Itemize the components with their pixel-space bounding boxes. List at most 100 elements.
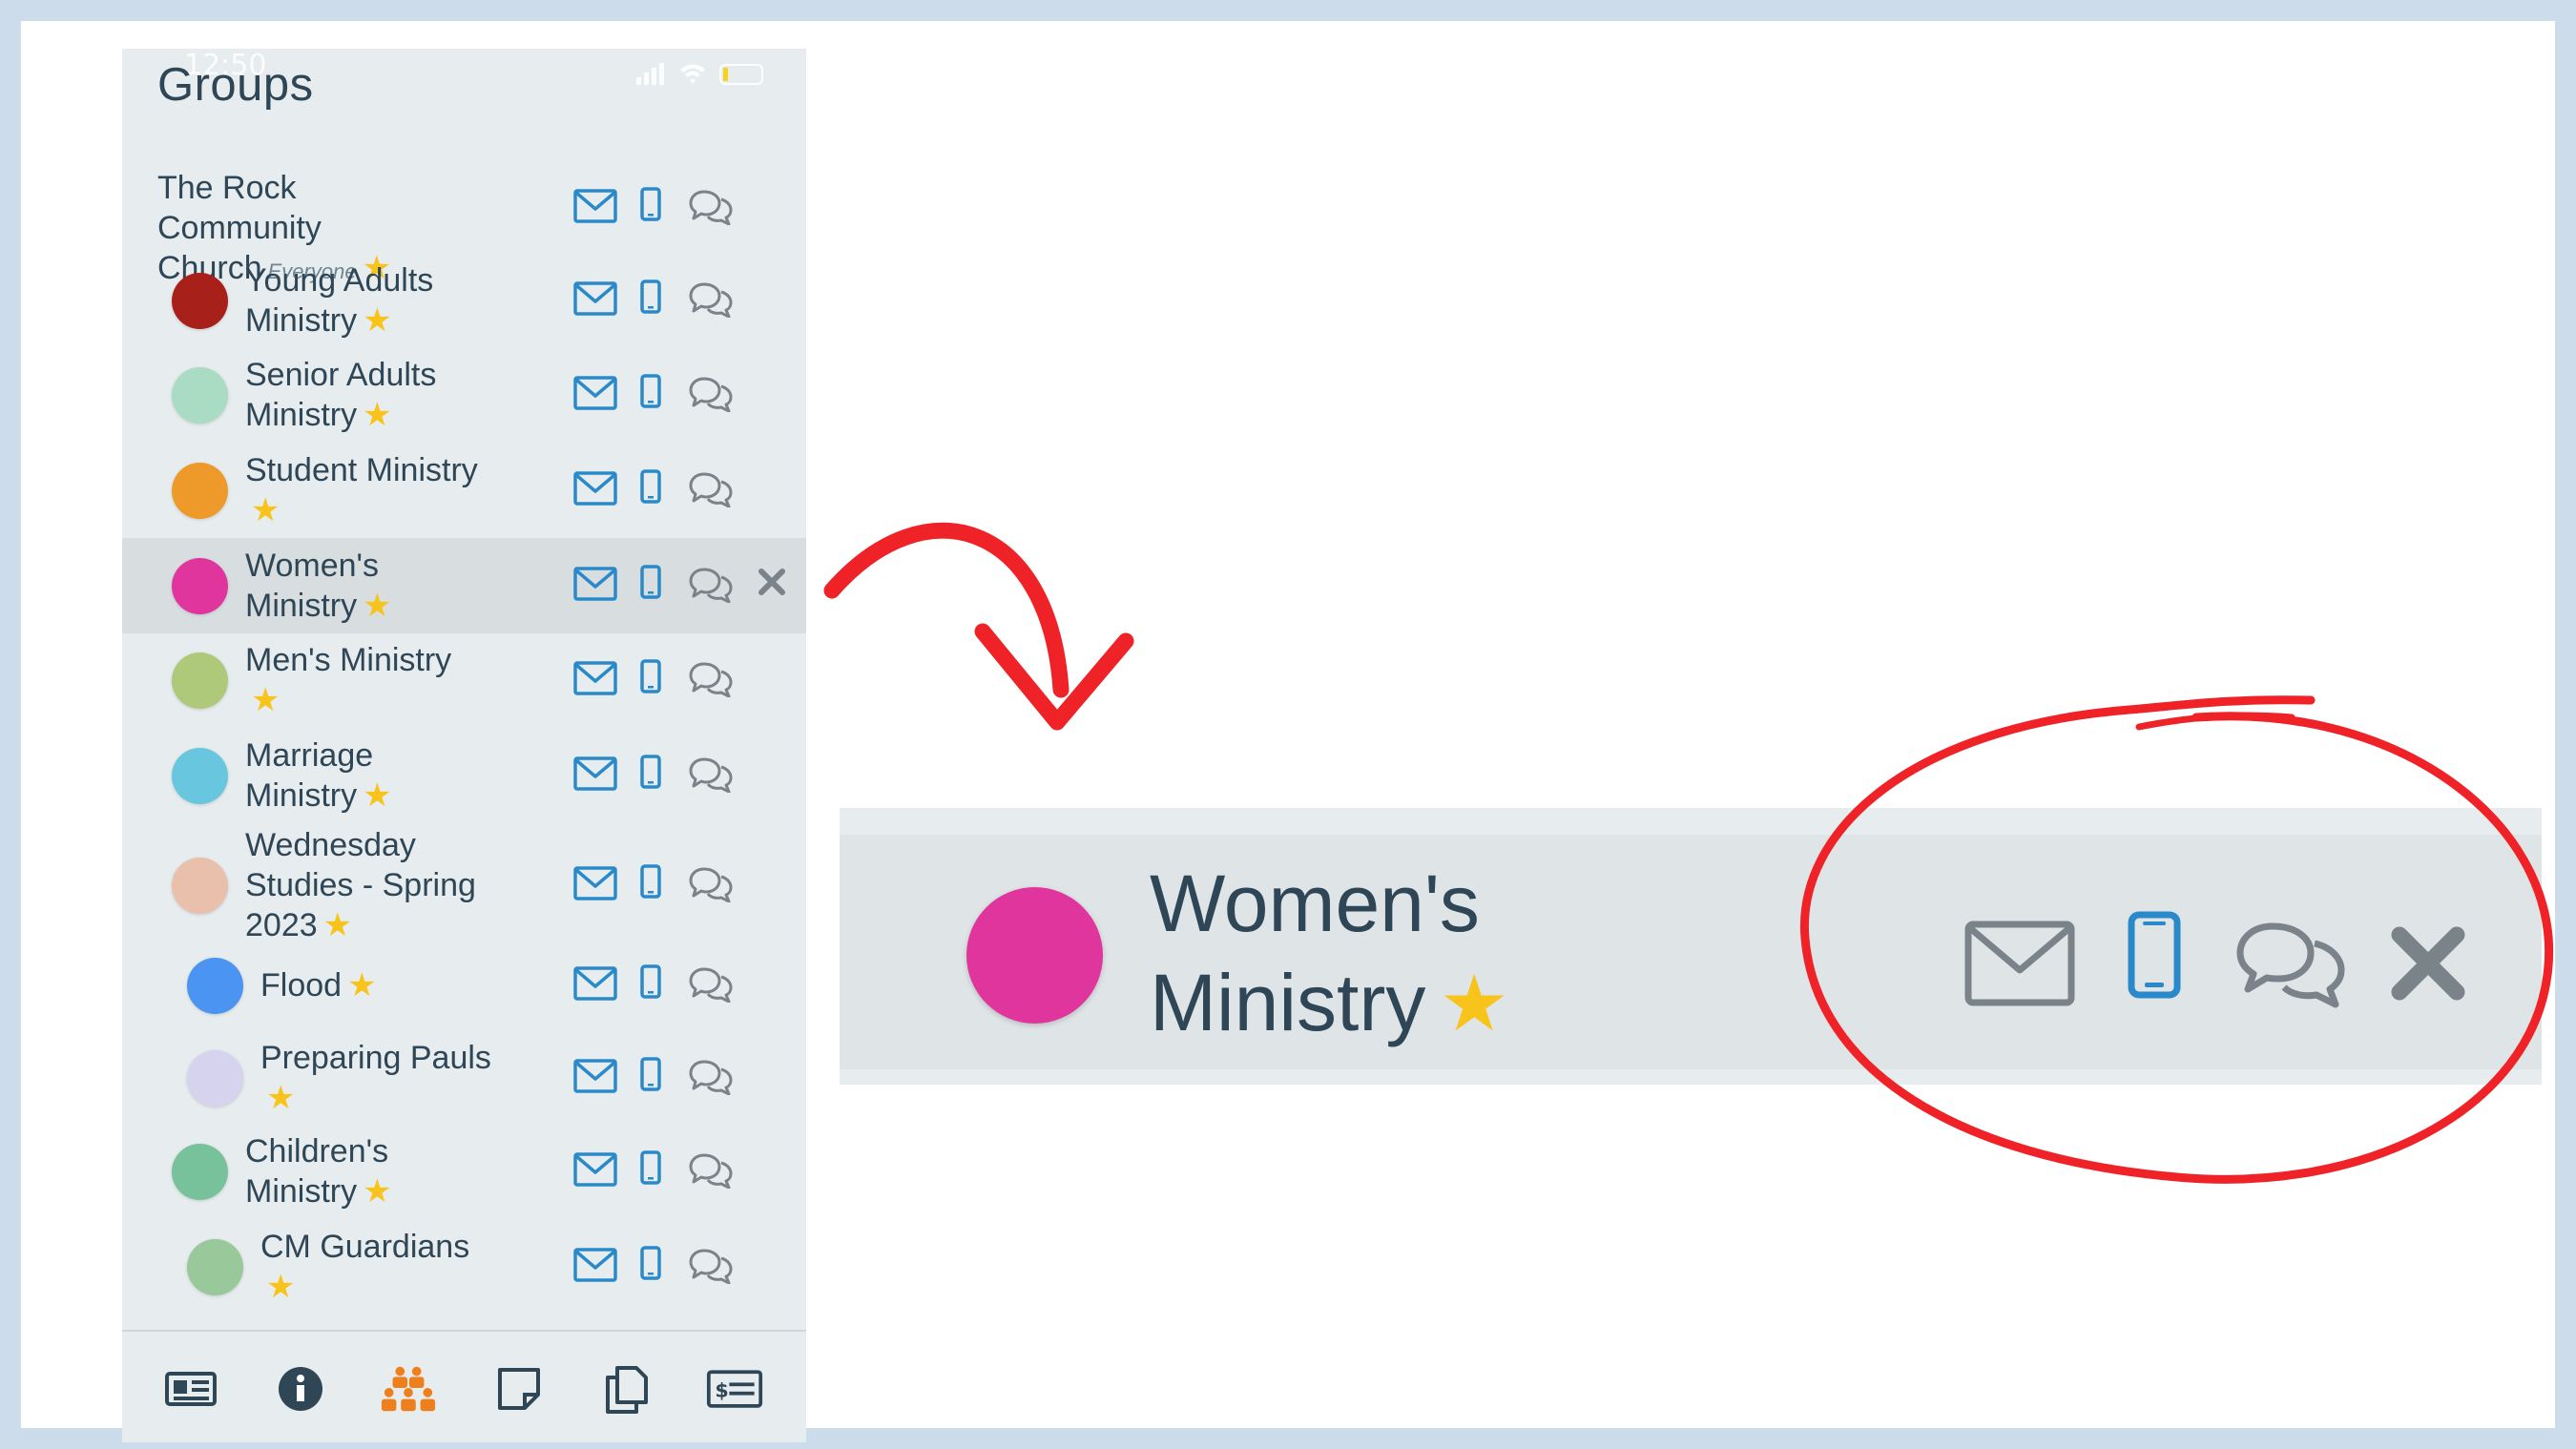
group-name: Flood ★ — [260, 965, 547, 1005]
group-row-women-s-ministry[interactable]: Women's Ministry ★ — [122, 538, 806, 633]
phone-icon[interactable] — [640, 659, 661, 693]
group-name-line1: Flood — [260, 967, 343, 1004]
close-icon[interactable] — [756, 567, 788, 597]
group-color-dot — [172, 1143, 228, 1200]
favorite-star-icon[interactable]: ★ — [266, 1080, 295, 1116]
mail-icon[interactable] — [573, 866, 617, 900]
row-actions — [573, 181, 793, 235]
group-row-wednesday-studies-spring[interactable]: Wednesday Studies - Spring 2023 ★ — [122, 824, 806, 946]
row-actions — [573, 559, 793, 612]
tab-notes[interactable] — [490, 1360, 548, 1418]
group-row-flood[interactable]: Flood ★ — [122, 947, 806, 1024]
mail-icon[interactable] — [573, 661, 617, 695]
mail-icon[interactable] — [573, 281, 617, 316]
group-name: Wednesday Studies - Spring 2023 ★ — [245, 825, 531, 945]
canvas: 12:50 Groups The Rock Community Church Ev… — [21, 21, 2555, 1442]
row-actions — [573, 1051, 793, 1105]
phone-icon[interactable] — [640, 1057, 661, 1091]
group-row-the-rock-community-church[interactable]: The Rock Community Church Everyone ★ — [122, 155, 806, 286]
group-color-dot — [172, 557, 228, 614]
row-actions — [573, 464, 793, 517]
phone-icon[interactable] — [640, 374, 661, 408]
row-actions — [573, 1145, 793, 1198]
group-row-senior-adults-ministry[interactable]: Senior Adults Ministry ★ — [122, 347, 806, 443]
news-icon — [165, 1372, 217, 1406]
favorite-star-icon[interactable]: ★ — [251, 682, 280, 718]
phone-icon[interactable] — [640, 755, 661, 789]
mail-icon[interactable] — [573, 756, 617, 791]
chat-icon[interactable] — [688, 756, 734, 793]
phone-icon[interactable] — [640, 565, 661, 599]
tab-bar: $ — [122, 1330, 806, 1442]
group-row-men-s-ministry[interactable]: Men's Ministry ★ — [122, 632, 806, 728]
phone-icon[interactable] — [640, 469, 661, 504]
tab-pages[interactable] — [598, 1360, 655, 1418]
group-row-children-s-ministry[interactable]: Children's Ministry ★ — [122, 1124, 806, 1219]
group-name: Student Ministry ★ — [245, 450, 531, 530]
mail-icon[interactable] — [573, 471, 617, 506]
group-row-preparing-pauls[interactable]: Preparing Pauls ★ — [122, 1030, 806, 1126]
favorite-star-icon[interactable]: ★ — [1439, 961, 1509, 1047]
group-row-student-ministry[interactable]: Student Ministry ★ — [122, 443, 806, 538]
favorite-star-icon[interactable]: ★ — [363, 588, 391, 624]
phone-icon[interactable] — [640, 864, 661, 899]
group-row-young-adults-ministry[interactable]: Young Adults Ministry ★ — [122, 253, 806, 348]
phone-icon[interactable] — [640, 1246, 661, 1280]
mail-icon[interactable] — [573, 966, 617, 1001]
group-name-line1: Preparing Pauls — [260, 1040, 491, 1076]
phone-screen: 12:50 Groups The Rock Community Church Ev… — [122, 49, 806, 1442]
favorite-star-icon[interactable]: ★ — [251, 492, 280, 528]
mail-icon[interactable] — [573, 376, 617, 410]
mail-icon[interactable] — [573, 1059, 617, 1093]
group-row-cm-guardians[interactable]: CM Guardians ★ — [122, 1219, 806, 1314]
favorite-star-icon[interactable]: ★ — [363, 1173, 391, 1210]
groups-icon — [381, 1366, 436, 1412]
favorite-star-icon[interactable]: ★ — [266, 1269, 295, 1305]
chat-icon[interactable] — [688, 281, 734, 318]
mail-icon[interactable] — [573, 1248, 617, 1282]
group-name-line1: Young Adults — [245, 262, 434, 299]
group-name-line2: Ministry — [245, 302, 358, 339]
group-row-marriage-ministry[interactable]: Marriage Ministry ★ — [122, 728, 806, 823]
phone-icon[interactable] — [640, 187, 661, 221]
phone-icon[interactable] — [640, 1150, 661, 1185]
chat-icon[interactable] — [688, 1059, 734, 1095]
tab-news[interactable] — [162, 1360, 219, 1418]
group-color-dot — [187, 1238, 243, 1295]
group-name: Women's Ministry ★ — [245, 546, 531, 626]
tab-groups[interactable] — [380, 1360, 437, 1418]
chat-icon[interactable] — [688, 471, 734, 507]
page-title: Groups — [157, 59, 314, 111]
group-name: Men's Ministry ★ — [245, 640, 531, 720]
chat-icon[interactable] — [688, 1152, 734, 1189]
favorite-star-icon[interactable]: ★ — [363, 397, 391, 433]
group-name: Marriage Ministry ★ — [245, 735, 531, 816]
group-name-line1: Marriage — [245, 737, 374, 774]
group-color-dot — [172, 747, 228, 804]
group-name: CM Guardians ★ — [260, 1227, 547, 1307]
favorite-star-icon[interactable]: ★ — [363, 302, 391, 339]
mail-icon[interactable] — [573, 189, 617, 223]
favorite-star-icon[interactable]: ★ — [323, 907, 352, 943]
tab-info[interactable] — [272, 1360, 329, 1418]
chat-icon[interactable] — [688, 376, 734, 412]
chat-icon[interactable] — [688, 866, 734, 902]
group-color-dot — [172, 857, 228, 914]
mail-icon[interactable] — [573, 567, 617, 601]
favorite-star-icon[interactable]: ★ — [347, 967, 376, 1004]
zoom-name-line2: Ministry — [1150, 958, 1426, 1047]
group-name-line1: Men's Ministry — [245, 642, 452, 678]
favorite-star-icon[interactable]: ★ — [363, 777, 391, 814]
mail-icon[interactable] — [573, 1152, 617, 1187]
chat-icon[interactable] — [688, 189, 734, 225]
phone-icon[interactable] — [640, 964, 661, 999]
chat-icon[interactable] — [688, 1248, 734, 1284]
chat-icon[interactable] — [688, 661, 734, 697]
chat-icon[interactable] — [688, 966, 734, 1003]
annotation-arrow — [823, 522, 1134, 731]
tab-giving[interactable]: $ — [706, 1360, 763, 1418]
chat-icon[interactable] — [688, 567, 734, 603]
group-name: Senior Adults Ministry ★ — [245, 355, 531, 435]
phone-icon[interactable] — [640, 279, 661, 314]
group-color-dot — [172, 272, 228, 329]
